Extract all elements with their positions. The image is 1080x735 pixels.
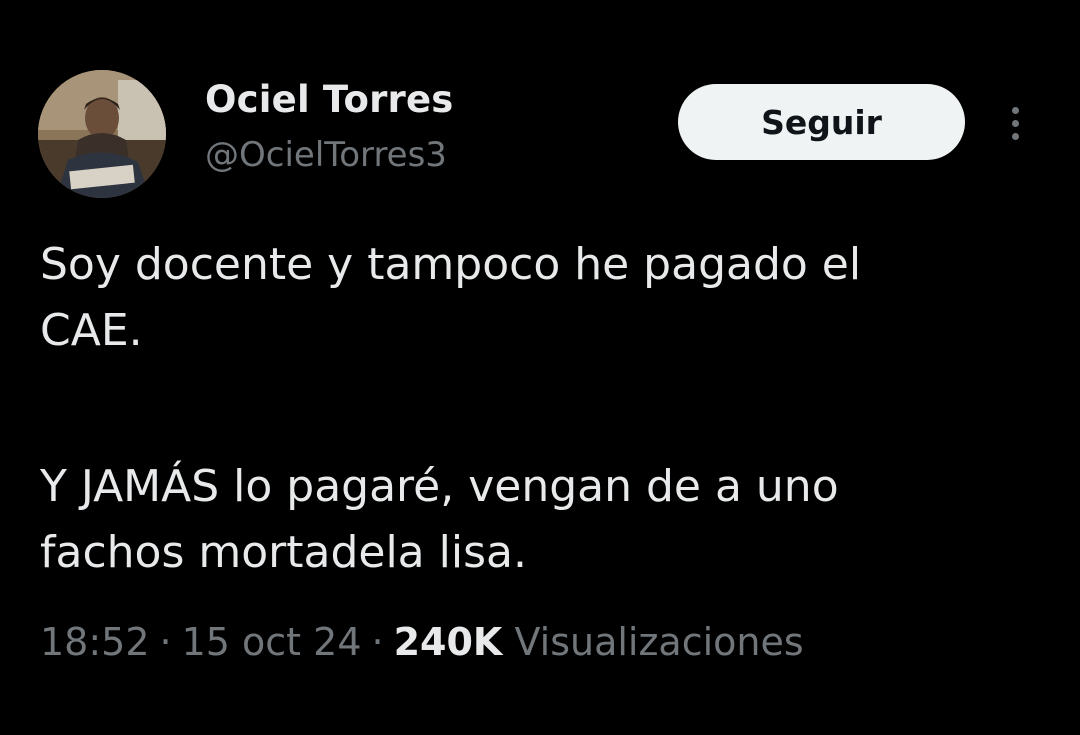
meta-separator: · [371, 620, 384, 664]
tweet-text: Soy docente y tampoco he pagado el CAE. … [40, 232, 1050, 586]
tweet-meta: 18:52 · 15 oct 24 · 240K Visualizaciones [40, 620, 804, 664]
more-dot [1011, 119, 1019, 127]
tweet-text-line: Soy docente y tampoco he pagado el [40, 239, 862, 290]
views-count: 240K [393, 620, 503, 664]
tweet-text-line: CAE. [40, 305, 143, 356]
tweet-time[interactable]: 18:52 [40, 620, 150, 664]
tweet-card: Ociel Torres @OcielTorres3 Seguir Soy do… [0, 0, 1080, 735]
tweet-date[interactable]: 15 oct 24 [182, 620, 362, 664]
more-dot [1011, 132, 1019, 140]
author-display-name[interactable]: Ociel Torres [205, 78, 453, 121]
meta-separator: · [159, 620, 172, 664]
more-dot [1011, 106, 1019, 114]
avatar[interactable] [38, 70, 166, 198]
tweet-text-line: fachos mortadela lisa. [40, 527, 527, 578]
author-handle[interactable]: @OcielTorres3 [205, 135, 447, 175]
avatar-photo [38, 70, 166, 198]
follow-button[interactable]: Seguir [678, 84, 965, 160]
tweet-text-line: Y JAMÁS lo pagaré, vengan de a uno [40, 461, 839, 512]
more-vertical-icon[interactable] [1000, 98, 1030, 148]
views-label: Visualizaciones [514, 620, 804, 664]
